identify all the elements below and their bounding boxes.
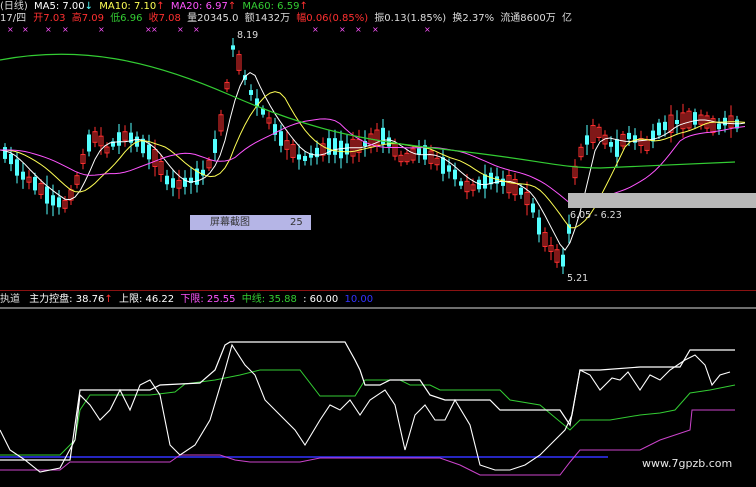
ma5-value: MA5: 7.00↓ bbox=[34, 1, 94, 12]
indicator-header: 执道 主力控盘: 38.76↑ 上限: 46.22 下限: 25.55 中线: … bbox=[0, 294, 376, 306]
bar-date: 17/四 bbox=[0, 13, 27, 24]
volume-value: 量20345.0 bbox=[187, 13, 239, 24]
lower-line bbox=[0, 409, 735, 476]
signal-marker: × bbox=[177, 25, 184, 34]
signal-marker: × bbox=[62, 25, 69, 34]
selection-number: 25 bbox=[290, 217, 303, 228]
ma20-value: MA20: 6.97↑ bbox=[170, 1, 237, 12]
sixty-line-value: : 60.00 bbox=[303, 294, 339, 305]
high-price-label: 8.19 bbox=[237, 30, 259, 41]
high-price: 高7.09 bbox=[71, 13, 104, 24]
change-value: 幅0.06(0.85%) bbox=[296, 13, 369, 24]
amount-value: 额1432万 bbox=[244, 13, 291, 24]
upper-line bbox=[0, 341, 735, 461]
chart-period-label: (日线) bbox=[0, 1, 28, 12]
signal-marker: × bbox=[372, 25, 379, 34]
float-value: 流通8600万 bbox=[500, 13, 556, 24]
signal-marker: × bbox=[98, 25, 105, 34]
turnover-value: 换2.37% bbox=[452, 13, 495, 24]
price-range-label: 6.05 - 6.23 bbox=[570, 210, 622, 221]
signal-marker: × bbox=[339, 25, 346, 34]
low-price: 低6.96 bbox=[110, 13, 143, 24]
amplitude-value: 振0.13(1.85%) bbox=[374, 13, 447, 24]
main-control-value: 主力控盘: 38.76↑ bbox=[29, 294, 113, 305]
panel-separator bbox=[0, 290, 756, 291]
float-tail: 亿 bbox=[561, 13, 572, 24]
bar-info-row: 17/四 开7.03 高7.09 低6.96 收7.08 量20345.0 额1… bbox=[0, 13, 575, 25]
indicator-chart[interactable] bbox=[0, 0, 756, 487]
upper-limit-value: 上限: 46.22 bbox=[118, 294, 175, 305]
site-watermark: www.7gpzb.com bbox=[642, 457, 733, 470]
ma-header: (日线) MA5: 7.00↓ MA10: 7.10↑ MA20: 6.97↑ … bbox=[0, 1, 311, 13]
price-range-band bbox=[568, 193, 756, 208]
low-price-label: 5.21 bbox=[567, 273, 589, 284]
ten-line-value: 10.00 bbox=[344, 294, 374, 305]
screenshot-selection-box[interactable]: 屏幕截图 25 bbox=[190, 215, 311, 230]
signal-marker: × bbox=[424, 25, 431, 34]
signal-marker: × bbox=[151, 25, 158, 34]
middle-line-value: 中线: 35.88 bbox=[241, 294, 297, 305]
signal-marker: × bbox=[22, 25, 29, 34]
close-price: 收7.08 bbox=[148, 13, 181, 24]
ma60-value: MA60: 6.59↑ bbox=[242, 1, 308, 12]
signal-marker: × bbox=[193, 25, 200, 34]
ma10-value: MA10: 7.10↑ bbox=[99, 1, 165, 12]
lower-limit-value: 下限: 25.55 bbox=[180, 294, 236, 305]
signal-marker: × bbox=[7, 25, 14, 34]
main-control-line bbox=[0, 343, 731, 473]
indicator-name: 执道 bbox=[0, 294, 20, 305]
signal-marker: × bbox=[45, 25, 52, 34]
selection-label: 屏幕截图 bbox=[210, 217, 250, 228]
signal-marker: × bbox=[355, 25, 362, 34]
open-price: 开7.03 bbox=[33, 13, 66, 24]
signal-markers: × × × × × × × × × × × × × × bbox=[0, 25, 431, 34]
signal-marker: × bbox=[312, 25, 319, 34]
middle-line bbox=[0, 369, 736, 456]
